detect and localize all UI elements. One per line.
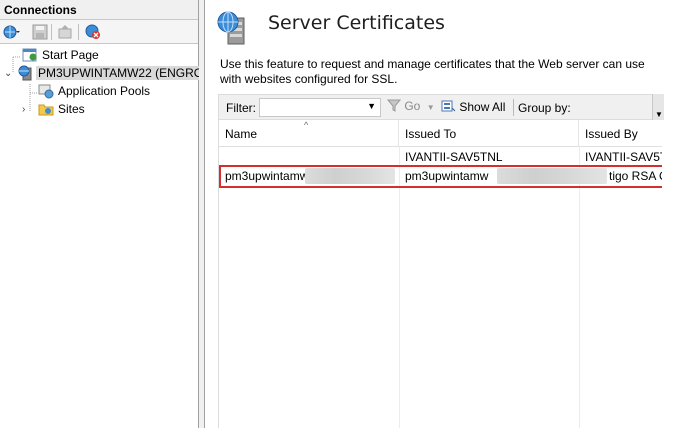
feature-content: Server Certificates Use this feature to … xyxy=(206,0,673,428)
certificates-grid: ^ Name Issued To Issued By IVANTII-SAV5T… xyxy=(218,120,662,428)
app-pools-icon xyxy=(38,83,54,99)
page-title: Server Certificates xyxy=(268,12,445,34)
save-icon[interactable] xyxy=(32,24,48,40)
column-header-name[interactable]: Name xyxy=(219,120,399,147)
column-header-issued-by[interactable]: Issued By xyxy=(579,120,662,147)
connections-header: Connections xyxy=(0,0,198,20)
chevron-down-icon[interactable]: ⌄ xyxy=(4,69,13,79)
start-page-icon xyxy=(22,47,38,63)
up-icon[interactable] xyxy=(57,24,73,40)
go-dropdown-arrow-icon[interactable]: ▼ xyxy=(427,103,435,112)
toolbar-overflow[interactable]: ▼ xyxy=(652,94,664,120)
disconnect-icon[interactable] xyxy=(85,24,101,40)
pane-splitter[interactable] xyxy=(199,0,205,428)
chevron-right-icon[interactable]: › xyxy=(22,105,31,115)
go-button[interactable]: Go ▼ xyxy=(386,99,435,117)
tree-item-application-pools[interactable]: Application Pools xyxy=(38,82,152,100)
group-by-label[interactable]: Group by: xyxy=(518,101,571,115)
chevron-down-icon: ▼ xyxy=(655,110,663,119)
grid-header: ^ Name Issued To Issued By xyxy=(219,120,662,147)
feature-description: Use this feature to request and manage c… xyxy=(220,57,645,86)
connections-toolbar xyxy=(0,20,198,44)
cell-issued-by: IVANTII-SAV5TNL xyxy=(585,150,662,164)
table-row[interactable]: IVANTII-SAV5TNL IVANTII-SAV5TNL xyxy=(219,148,662,166)
server-icon xyxy=(18,65,34,81)
connections-pane: Connections Start Page ⌄ PM3UPWINTAMW22 … xyxy=(0,0,206,428)
show-all-button[interactable]: Show All xyxy=(441,99,505,117)
column-header-issued-to[interactable]: Issued To xyxy=(399,120,579,147)
connect-icon[interactable] xyxy=(3,24,20,40)
show-all-icon xyxy=(441,100,456,112)
dropdown-arrow-icon[interactable]: ▼ xyxy=(367,101,376,111)
filter-toolbar: Filter: ▼ Go ▼ Show All Group by: ▼ xyxy=(218,94,664,120)
cell-issued-to: IVANTII-SAV5TNL xyxy=(405,150,503,164)
sites-folder-icon xyxy=(38,101,54,117)
tree-item-sites[interactable]: › Sites xyxy=(22,100,87,118)
filter-input[interactable]: ▼ xyxy=(259,98,381,117)
cell-name xyxy=(219,148,399,166)
tree-item-start-page[interactable]: Start Page xyxy=(22,46,101,64)
filter-label: Filter: xyxy=(226,101,256,115)
tree-item-server[interactable]: ⌄ PM3UPWINTAMW22 (ENGRO xyxy=(4,64,206,82)
server-certificates-icon xyxy=(216,10,248,46)
highlight-annotation xyxy=(219,165,662,188)
filter-funnel-icon xyxy=(386,99,402,112)
